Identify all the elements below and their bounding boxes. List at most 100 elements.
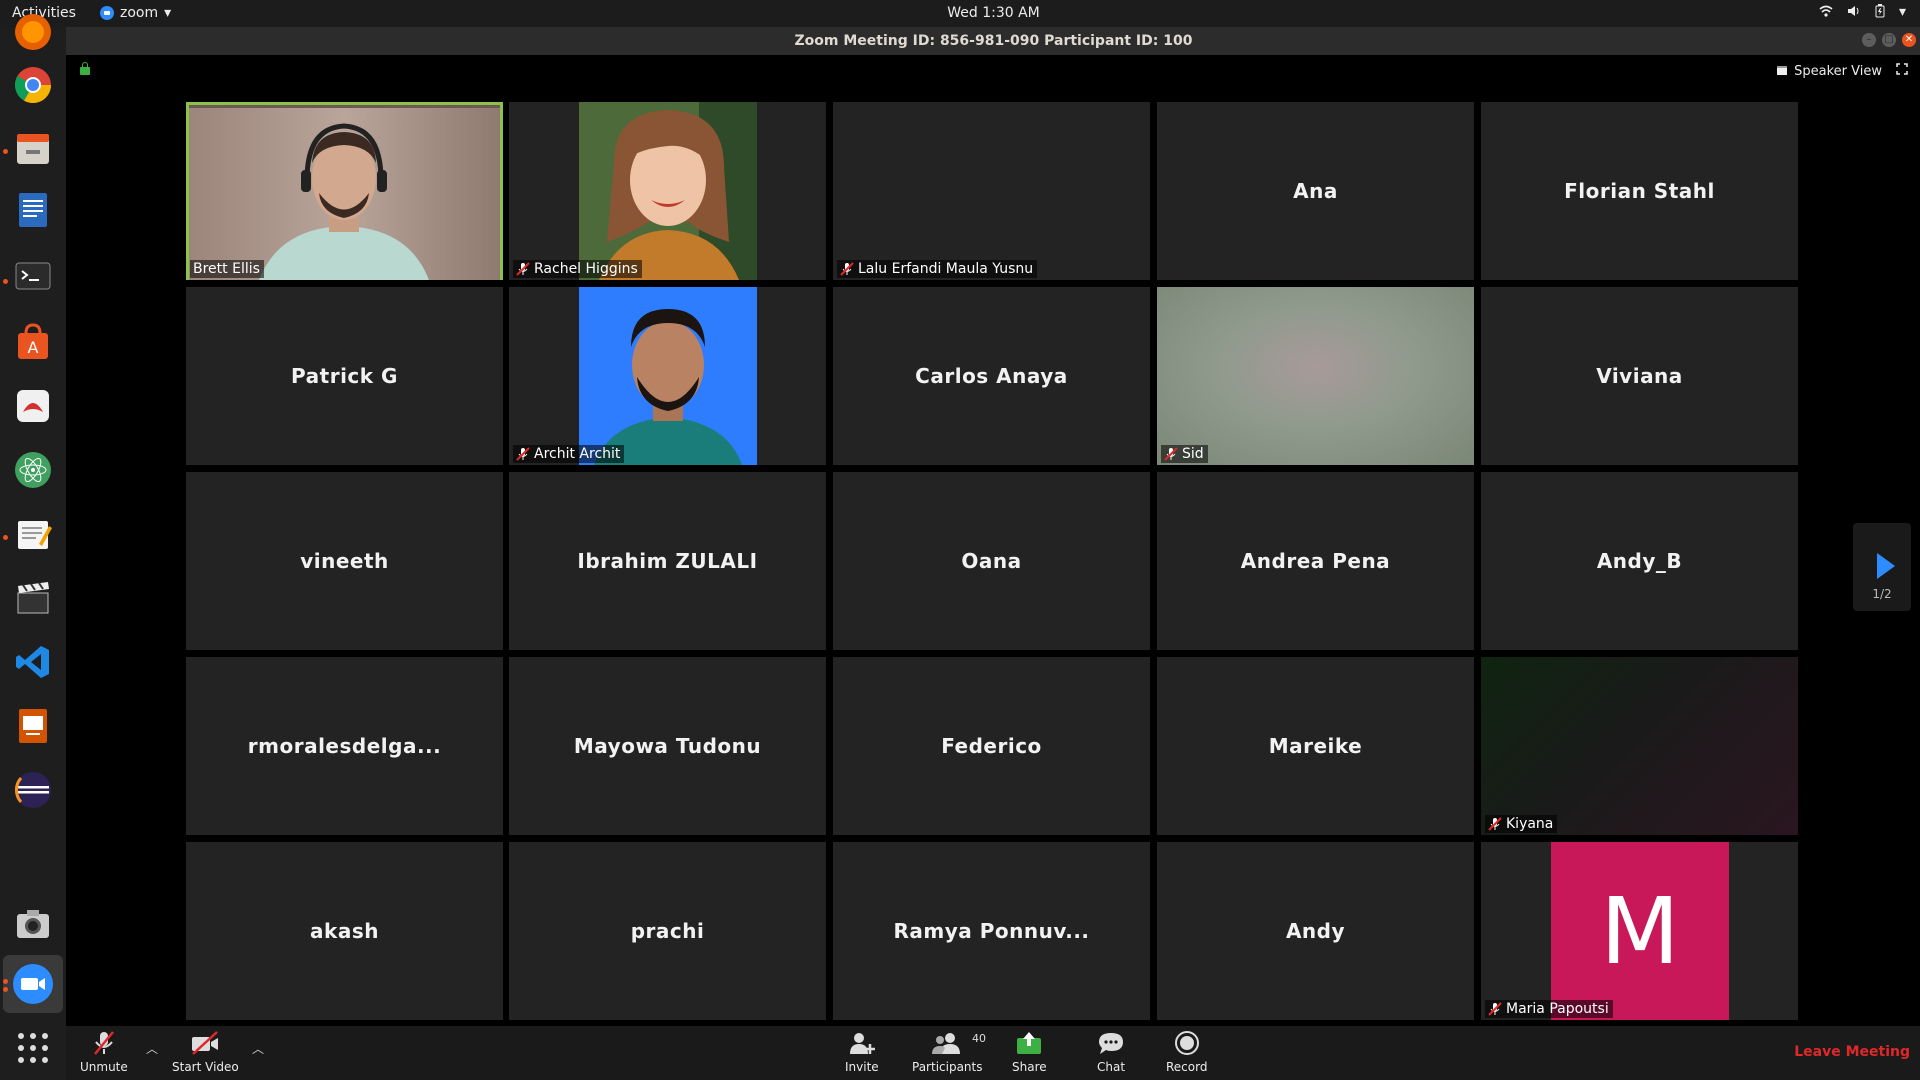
leave-meeting-button[interactable]: Leave Meeting — [1794, 1044, 1910, 1060]
close-button[interactable]: ✕ — [1902, 33, 1916, 47]
participant-tile[interactable]: Archit Archit — [509, 287, 826, 465]
participant-name: Brett Ellis — [193, 261, 260, 277]
participant-tile[interactable]: Kiyana — [1481, 657, 1798, 835]
participant-name: Andrea Pena — [1240, 549, 1391, 573]
participant-tile[interactable]: Federico — [833, 657, 1150, 835]
participant-tile[interactable]: M Maria Papoutsi — [1481, 842, 1798, 1020]
lock-icon[interactable] — [80, 62, 90, 75]
chat-button[interactable]: Chat — [1097, 1030, 1125, 1074]
share-screen-icon — [1017, 1032, 1042, 1054]
running-indicator — [3, 535, 8, 540]
participant-tile[interactable]: Patrick G — [186, 287, 503, 465]
participant-tile[interactable]: Florian Stahl — [1481, 102, 1798, 280]
participant-tile[interactable]: Andy_B — [1481, 472, 1798, 650]
participant-name: rmoralesdelga... — [247, 734, 442, 758]
window-controls: – □ ✕ — [1862, 33, 1916, 47]
vscode-icon[interactable] — [10, 639, 56, 685]
participant-name: Florian Stahl — [1564, 179, 1715, 203]
libreoffice-impress-icon[interactable] — [10, 703, 56, 749]
participant-tile[interactable]: Brett Ellis — [186, 102, 503, 280]
participant-name-label: Brett Ellis — [190, 260, 264, 278]
participant-name: Patrick G — [291, 364, 398, 388]
participant-name: akash — [310, 919, 379, 943]
participants-icon — [932, 1033, 961, 1054]
participants-label: Participants — [912, 1060, 983, 1074]
participant-tile[interactable]: Rachel Higgins — [509, 102, 826, 280]
share-button[interactable]: Share — [1012, 1030, 1047, 1074]
participant-name: Andy_B — [1596, 549, 1683, 573]
next-page-button[interactable]: 1/2 — [1853, 523, 1911, 611]
running-indicator — [3, 279, 8, 284]
volume-icon — [1847, 4, 1861, 22]
participant-video — [579, 287, 757, 465]
participant-tile[interactable]: Ibrahim ZULALI — [509, 472, 826, 650]
unmute-button[interactable]: Unmute — [80, 1030, 128, 1074]
arrow-right-icon — [1877, 553, 1895, 579]
start-video-label: Start Video — [172, 1060, 239, 1074]
participant-video — [189, 108, 500, 280]
show-applications-icon[interactable] — [10, 1025, 56, 1071]
invite-button[interactable]: Invite — [845, 1030, 879, 1074]
participant-tile[interactable]: vineeth — [186, 472, 503, 650]
participant-name-label: Kiyana — [1485, 815, 1558, 833]
participant-tile[interactable]: Mayowa Tudonu — [509, 657, 826, 835]
system-tray[interactable]: ▾ — [1819, 4, 1906, 22]
participant-name-label: Sid — [1161, 445, 1208, 463]
firefox-icon[interactable] — [10, 9, 56, 55]
chrome-icon[interactable] — [10, 62, 56, 108]
participant-tile[interactable]: Mareike — [1157, 657, 1474, 835]
participant-name: Viviana — [1596, 364, 1683, 388]
pdf-viewer-icon[interactable] — [10, 383, 56, 429]
participant-name: Lalu Erfandi Maula Yusnu — [858, 261, 1034, 277]
muted-mic-icon — [516, 262, 530, 276]
participant-tile[interactable]: Andrea Pena — [1157, 472, 1474, 650]
participant-tile[interactable]: prachi — [509, 842, 826, 1020]
participant-name-label: Lalu Erfandi Maula Yusnu — [837, 260, 1038, 278]
zoom-app-icon[interactable] — [10, 961, 56, 1007]
invite-icon — [849, 1033, 875, 1054]
muted-mic-icon — [516, 447, 530, 461]
participant-name: vineeth — [300, 549, 389, 573]
running-indicator — [3, 979, 8, 984]
maximize-button[interactable]: □ — [1882, 33, 1896, 47]
audio-options-caret[interactable]: ︿ — [146, 1040, 158, 1057]
fullscreen-icon[interactable] — [1896, 63, 1908, 79]
participant-name: Kiyana — [1506, 816, 1554, 832]
video-editor-icon[interactable] — [10, 575, 56, 621]
speaker-view-button[interactable]: Speaker View — [1776, 64, 1882, 79]
software-center-icon[interactable]: A — [10, 319, 56, 365]
meeting-area: Speaker View Brett Ellis Rachel Higgins … — [66, 55, 1920, 1026]
libreoffice-writer-icon[interactable] — [10, 187, 56, 233]
wifi-icon — [1819, 4, 1833, 22]
minimize-button[interactable]: – — [1862, 33, 1876, 47]
participant-tile[interactable]: rmoralesdelga... — [186, 657, 503, 835]
file-manager-icon[interactable] — [10, 125, 56, 171]
participant-tile[interactable]: Sid — [1157, 287, 1474, 465]
record-button[interactable]: Record — [1166, 1030, 1207, 1074]
participant-tile[interactable]: Ramya Ponnuv... — [833, 842, 1150, 1020]
eclipse-icon[interactable] — [10, 767, 56, 813]
participant-tile[interactable]: Carlos Anaya — [833, 287, 1150, 465]
participant-name: Ibrahim ZULALI — [577, 549, 758, 573]
text-editor-icon[interactable] — [10, 511, 56, 557]
video-options-caret[interactable]: ︿ — [252, 1040, 264, 1057]
record-icon — [1174, 1031, 1199, 1055]
participant-name: Federico — [941, 734, 1042, 758]
camera-icon[interactable] — [10, 901, 56, 947]
muted-mic-icon — [1488, 817, 1502, 831]
participant-name: Rachel Higgins — [534, 261, 638, 277]
application-dock: A — [0, 14, 66, 1080]
participant-tile[interactable]: Ana — [1157, 102, 1474, 280]
start-video-button[interactable]: Start Video — [172, 1030, 239, 1074]
participant-tile[interactable]: Lalu Erfandi Maula Yusnu — [833, 102, 1150, 280]
participant-tile[interactable]: Viviana — [1481, 287, 1798, 465]
participant-name: Oana — [961, 549, 1022, 573]
terminal-icon[interactable] — [10, 253, 56, 299]
window-title: Zoom Meeting ID: 856-981-090 Participant… — [794, 33, 1193, 49]
participant-tile[interactable]: Andy — [1157, 842, 1474, 1020]
clock[interactable]: Wed 1:30 AM — [0, 5, 1920, 21]
atom-editor-icon[interactable] — [10, 447, 56, 493]
video-off-icon — [192, 1031, 219, 1055]
participant-tile[interactable]: akash — [186, 842, 503, 1020]
participant-tile[interactable]: Oana — [833, 472, 1150, 650]
